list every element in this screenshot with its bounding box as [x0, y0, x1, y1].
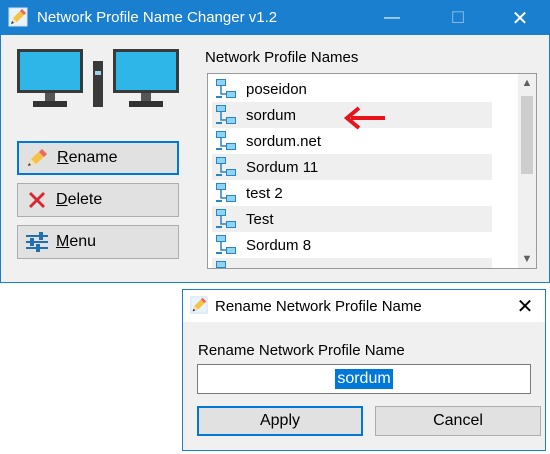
profile-list-heading: Network Profile Names	[205, 49, 359, 66]
left-panel: Rename Delete Menu	[5, 41, 191, 273]
list-item-label: sordum	[246, 106, 297, 124]
pencil-icon	[8, 7, 28, 27]
profile-list-scrollbar[interactable]: ▲ ▼	[518, 74, 536, 268]
network-icon	[216, 131, 236, 150]
main-window: Network Profile Name Changer v1.2 — ☐ ✕	[0, 0, 550, 283]
delete-button-label: Delete	[56, 191, 103, 208]
menu-button[interactable]: Menu	[17, 225, 179, 259]
sliders-icon	[22, 230, 52, 254]
list-item-label: sordum.net	[246, 132, 322, 150]
rename-button-label: Rename	[57, 149, 118, 166]
rename-input[interactable]: sordum	[197, 364, 531, 394]
network-icon	[216, 209, 236, 228]
red-x-icon	[22, 188, 52, 212]
rename-dialog-title: Rename Network Profile Name	[215, 298, 422, 315]
network-icon	[216, 105, 236, 124]
dialog-close-button[interactable]: ✕	[505, 290, 545, 322]
delete-button[interactable]: Delete	[17, 183, 179, 217]
rename-button[interactable]: Rename	[17, 141, 179, 175]
network-computers-icon	[17, 49, 179, 107]
pencil-icon	[23, 146, 53, 170]
menu-button-label: Menu	[56, 233, 97, 250]
rename-input-value: sordum	[335, 369, 393, 389]
main-titlebar[interactable]: Network Profile Name Changer v1.2 — ☐ ✕	[1, 1, 549, 35]
maximize-button[interactable]: ☐	[435, 1, 481, 35]
list-item[interactable]: test 2	[212, 180, 492, 206]
minimize-button[interactable]: —	[369, 1, 415, 35]
scroll-down-arrow-icon[interactable]: ▼	[518, 250, 536, 268]
list-item[interactable]: poseidon	[212, 76, 492, 102]
red-arrow-icon	[343, 106, 385, 130]
list-item[interactable]: Sordum 8	[212, 232, 492, 258]
list-item-label: poseidon	[246, 80, 307, 98]
network-icon	[216, 235, 236, 254]
list-item[interactable]: Test	[212, 206, 492, 232]
rename-dialog-titlebar[interactable]: Rename Network Profile Name ✕	[183, 290, 545, 322]
list-item[interactable]: sordum.net	[212, 128, 492, 154]
network-icon	[216, 157, 236, 176]
pencil-icon	[190, 296, 208, 314]
scrollbar-thumb[interactable]	[521, 96, 533, 174]
scroll-up-arrow-icon[interactable]: ▲	[518, 74, 536, 92]
network-icon	[216, 261, 226, 268]
list-item-label: Sordum 8	[246, 236, 312, 254]
list-item-label: test 2	[246, 184, 283, 202]
list-item[interactable]: Sordum 11	[212, 154, 492, 180]
profile-list[interactable]: poseidon sordum sordum.net Sordum 11 tes…	[207, 73, 537, 269]
network-icon	[216, 79, 236, 98]
cancel-button[interactable]: Cancel	[375, 406, 541, 436]
main-window-title: Network Profile Name Changer v1.2	[37, 9, 278, 26]
close-button[interactable]: ✕	[497, 1, 543, 35]
apply-button[interactable]: Apply	[197, 406, 363, 436]
network-icon	[216, 183, 236, 202]
rename-dialog: Rename Network Profile Name ✕ Rename Net…	[182, 289, 546, 451]
list-item-label: Test	[246, 210, 274, 228]
rename-field-label: Rename Network Profile Name	[198, 342, 405, 359]
list-item-partial[interactable]	[212, 258, 492, 268]
list-item-label: Sordum 11	[246, 158, 319, 176]
